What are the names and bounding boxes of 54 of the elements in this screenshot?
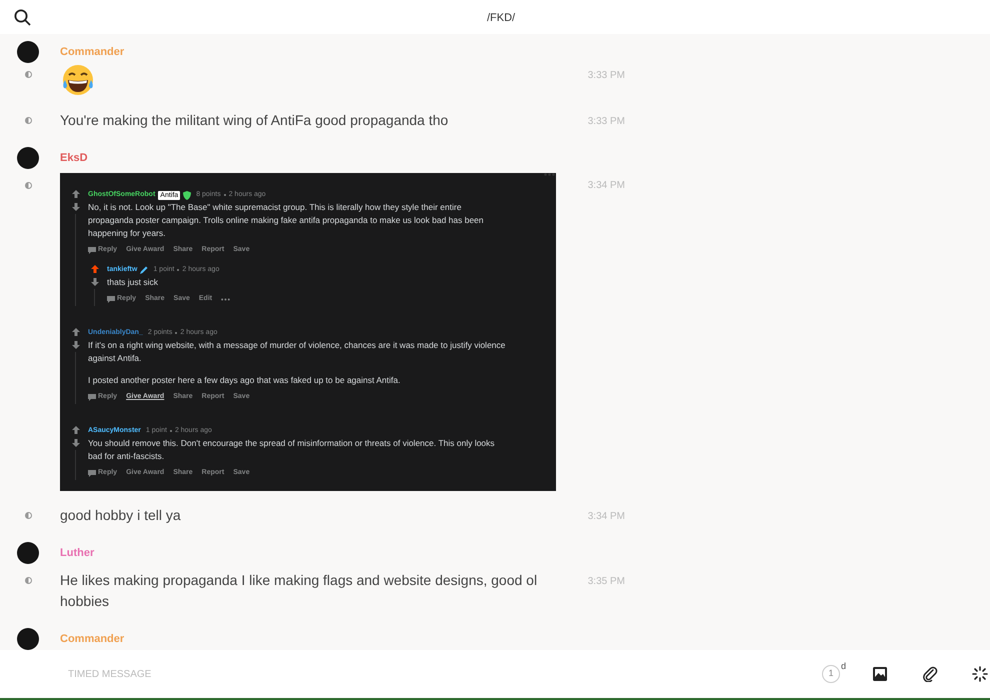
- separator-dot-icon: [224, 194, 226, 196]
- author-name[interactable]: EksD: [60, 150, 88, 166]
- upvote-icon[interactable]: [72, 426, 80, 434]
- chat-bubble-icon: [88, 470, 96, 476]
- shield-icon: [183, 190, 192, 200]
- search-icon: [14, 8, 30, 26]
- separator-dot-icon: [170, 430, 172, 432]
- message-composer[interactable]: TIMED MESSAGE 1 d: [0, 650, 990, 700]
- separator-dot-icon: [175, 332, 178, 334]
- message-text: good hobby i tell ya: [60, 506, 182, 525]
- author-name[interactable]: Luther: [60, 544, 94, 562]
- comment-text: No, it is not. Look up "The Base" white supremacist group. This is literally how they style their entire propaganda poster campaign. Trolls online making fake antifa propaganda to make us look bad has been happening for years.: [88, 201, 485, 240]
- user-avatar[interactable]: [17, 542, 39, 564]
- user-avatar[interactable]: [17, 628, 39, 650]
- image-icon: [872, 666, 888, 682]
- image-button[interactable]: [872, 666, 888, 682]
- attach-button[interactable]: [922, 666, 938, 682]
- comment-text: thats just sick: [107, 276, 160, 289]
- message-time: 3:34 PM: [586, 179, 625, 193]
- read-status-icon: [24, 577, 32, 584]
- upvote-icon[interactable]: [72, 328, 80, 336]
- separator-dot-icon: [177, 269, 180, 271]
- upvote-icon[interactable]: [90, 265, 98, 273]
- message-time: 3:33 PM: [586, 115, 625, 129]
- read-status-icon: [24, 71, 32, 78]
- read-status-icon: [24, 182, 32, 189]
- message-time: 3:33 PM: [586, 69, 625, 83]
- message-time: 3:34 PM: [586, 510, 625, 524]
- comment-text: I posted another poster here a few days ago that was faked up to be against Antifa.: [88, 374, 402, 387]
- paperclip-icon: [922, 666, 938, 682]
- sparkle-icon: [972, 666, 988, 682]
- comment-text: You should remove this. Don't encourage the spread of misinformation or threats of violence. This only looks bad for anti-fascists.: [88, 437, 496, 463]
- downvote-icon[interactable]: [72, 341, 80, 349]
- search-button[interactable]: [12, 7, 32, 27]
- downvote-icon[interactable]: [90, 278, 98, 286]
- upvote-icon[interactable]: [72, 190, 80, 198]
- read-status-icon: [24, 117, 32, 124]
- user-avatar[interactable]: [17, 147, 39, 169]
- message-input[interactable]: TIMED MESSAGE: [60, 659, 760, 689]
- downvote-icon[interactable]: [72, 439, 80, 447]
- message-text: He likes making propaganda I like making flags and website designs, good ol hobbies: [60, 571, 538, 611]
- downvote-icon[interactable]: [72, 203, 80, 211]
- more-icon[interactable]: [221, 298, 230, 300]
- message-text: You're making the militant wing of AntiFa good propaganda tho: [60, 111, 450, 130]
- message-time: 3:35 PM: [586, 575, 625, 589]
- comment-text: If it's on a right wing website, with a message of murder of violence, chances are it was made to justify violence against Antifa.: [88, 339, 506, 365]
- chat-bubble-icon: [88, 246, 96, 254]
- read-status-icon: [24, 512, 32, 519]
- chat-bubble-icon: [107, 296, 115, 302]
- chat-bubble-icon: [88, 394, 96, 400]
- channel-title: /FKD/: [487, 11, 516, 26]
- user-avatar[interactable]: [17, 41, 39, 63]
- pen-icon: [140, 266, 148, 274]
- more-button[interactable]: [972, 666, 988, 682]
